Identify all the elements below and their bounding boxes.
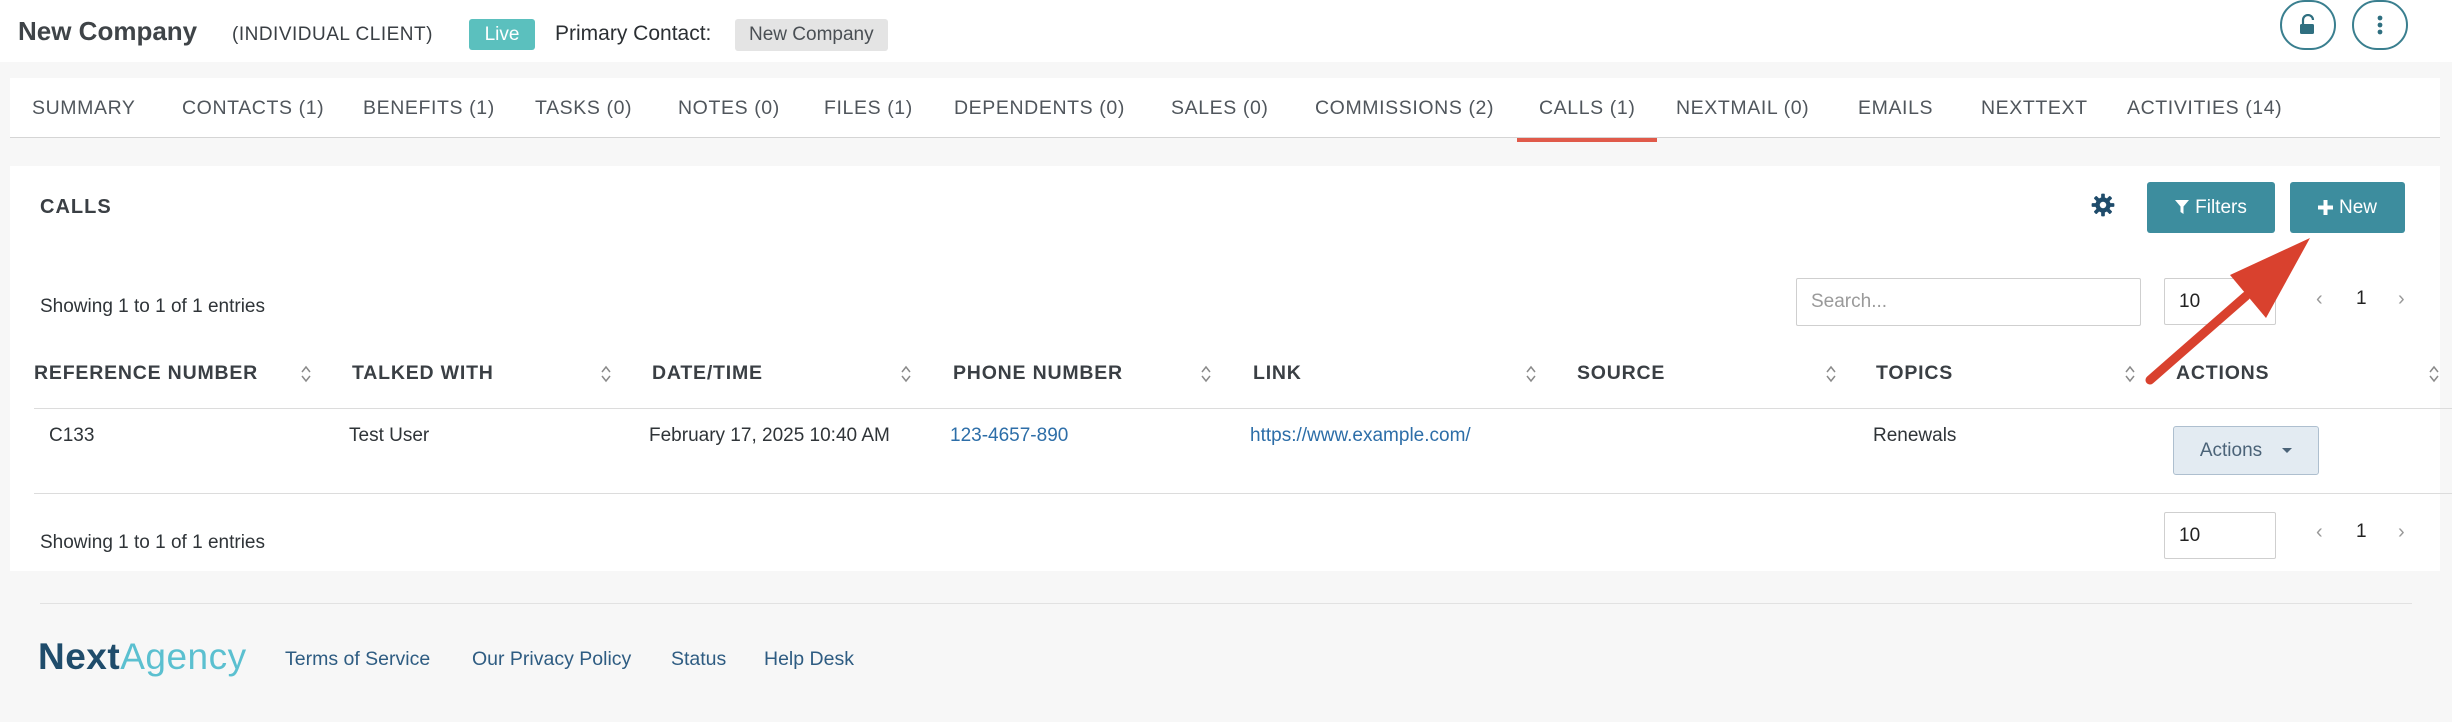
row-actions-dropdown[interactable]: Actions bbox=[2173, 426, 2319, 475]
current-page[interactable]: 1 bbox=[2356, 288, 2367, 310]
caret-down-icon bbox=[2282, 448, 2293, 453]
more-options-button[interactable] bbox=[2352, 0, 2408, 50]
calls-panel: CALLS Filters New Showing 1 to 1 of 1 en… bbox=[10, 166, 2452, 571]
sort-icon[interactable] bbox=[1525, 364, 1537, 384]
col-date-time[interactable]: DATE/TIME bbox=[652, 362, 763, 385]
prev-page-icon[interactable]: ‹ bbox=[2316, 521, 2323, 544]
filter-icon bbox=[2175, 200, 2190, 214]
sort-icon[interactable] bbox=[600, 364, 612, 384]
new-label: New bbox=[2338, 196, 2377, 218]
unlock-button[interactable] bbox=[2280, 0, 2336, 50]
cell-topics: Renewals bbox=[1873, 425, 1957, 446]
header-divider bbox=[34, 408, 2452, 409]
cell-talked-with: Test User bbox=[349, 425, 430, 446]
cell-phone[interactable]: 123-4657-890 bbox=[950, 425, 1068, 447]
tab-commissions[interactable]: COMMISSIONS (2) bbox=[1315, 78, 1494, 138]
tab-tasks[interactable]: TASKS (0) bbox=[535, 78, 632, 138]
status-link[interactable]: Status bbox=[671, 648, 726, 671]
page-size-select-top[interactable]: 10 bbox=[2164, 278, 2276, 325]
new-button[interactable]: New bbox=[2290, 182, 2405, 233]
tab-nextmail[interactable]: NEXTMAIL (0) bbox=[1676, 78, 1809, 138]
col-source[interactable]: SOURCE bbox=[1577, 362, 1665, 385]
search-input[interactable] bbox=[1796, 278, 2141, 326]
page-size-select-bottom[interactable]: 10 bbox=[2164, 512, 2276, 559]
tab-emails[interactable]: EMAILS bbox=[1858, 78, 1933, 138]
tab-summary[interactable]: SUMMARY bbox=[32, 78, 136, 138]
primary-contact-value[interactable]: New Company bbox=[735, 19, 888, 51]
entries-info-top: Showing 1 to 1 of 1 entries bbox=[40, 296, 265, 317]
tab-dependents[interactable]: DEPENDENTS (0) bbox=[954, 78, 1125, 138]
sort-icon[interactable] bbox=[2428, 364, 2440, 384]
tab-sales[interactable]: SALES (0) bbox=[1171, 78, 1269, 138]
plus-icon bbox=[2317, 200, 2333, 215]
col-reference-number[interactable]: REFERENCE NUMBER bbox=[34, 362, 258, 385]
col-topics[interactable]: TOPICS bbox=[1876, 362, 1953, 385]
nextagency-logo[interactable]: NextAgency bbox=[38, 636, 247, 678]
gear-icon[interactable] bbox=[2090, 192, 2116, 218]
tab-contacts[interactable]: CONTACTS (1) bbox=[182, 78, 324, 138]
primary-contact-label: Primary Contact: bbox=[555, 22, 712, 45]
current-page[interactable]: 1 bbox=[2356, 521, 2367, 543]
status-badge: Live bbox=[469, 19, 535, 50]
sort-icon[interactable] bbox=[2124, 364, 2136, 384]
col-actions[interactable]: ACTIONS bbox=[2176, 362, 2269, 385]
tab-benefits[interactable]: BENEFITS (1) bbox=[363, 78, 495, 138]
help-desk-link[interactable]: Help Desk bbox=[764, 648, 854, 671]
row-divider bbox=[34, 493, 2452, 494]
section-title: CALLS bbox=[40, 196, 112, 218]
entries-info-bottom: Showing 1 to 1 of 1 entries bbox=[40, 532, 265, 553]
col-talked-with[interactable]: TALKED WITH bbox=[352, 362, 494, 385]
tab-nexttext[interactable]: NEXTTEXT bbox=[1981, 78, 2088, 138]
cell-link[interactable]: https://www.example.com/ bbox=[1250, 425, 1471, 447]
tab-files[interactable]: FILES (1) bbox=[824, 78, 913, 138]
next-page-icon[interactable]: › bbox=[2398, 288, 2405, 311]
tab-calls[interactable]: CALLS (1) bbox=[1516, 78, 1658, 142]
prev-page-icon[interactable]: ‹ bbox=[2316, 288, 2323, 311]
tab-activities[interactable]: ACTIVITIES (14) bbox=[2127, 78, 2282, 138]
unlock-icon bbox=[2300, 14, 2315, 34]
actions-label: Actions bbox=[2199, 439, 2263, 461]
filters-label: Filters bbox=[2195, 196, 2247, 218]
privacy-policy-link[interactable]: Our Privacy Policy bbox=[472, 648, 631, 671]
sort-icon[interactable] bbox=[1200, 364, 1212, 384]
sort-icon[interactable] bbox=[1825, 364, 1837, 384]
sort-icon[interactable] bbox=[900, 364, 912, 384]
terms-of-service-link[interactable]: Terms of Service bbox=[285, 648, 430, 671]
sort-icon[interactable] bbox=[300, 364, 312, 384]
cell-reference: C133 bbox=[49, 425, 95, 446]
next-page-icon[interactable]: › bbox=[2398, 521, 2405, 544]
col-phone-number[interactable]: PHONE NUMBER bbox=[953, 362, 1123, 385]
footer-divider bbox=[40, 603, 2412, 604]
tab-bar: SUMMARY CONTACTS (1) BENEFITS (1) TASKS … bbox=[10, 78, 2440, 142]
top-bar: New Company (INDIVIDUAL CLIENT) Live Pri… bbox=[0, 0, 2452, 62]
filters-button[interactable]: Filters bbox=[2147, 182, 2275, 233]
more-vertical-icon bbox=[2377, 15, 2383, 35]
col-link[interactable]: LINK bbox=[1253, 362, 1302, 385]
cell-datetime: February 17, 2025 10:40 AM bbox=[649, 425, 890, 446]
client-type: (INDIVIDUAL CLIENT) bbox=[232, 24, 433, 45]
company-name: New Company bbox=[18, 16, 198, 46]
tab-notes[interactable]: NOTES (0) bbox=[678, 78, 780, 138]
